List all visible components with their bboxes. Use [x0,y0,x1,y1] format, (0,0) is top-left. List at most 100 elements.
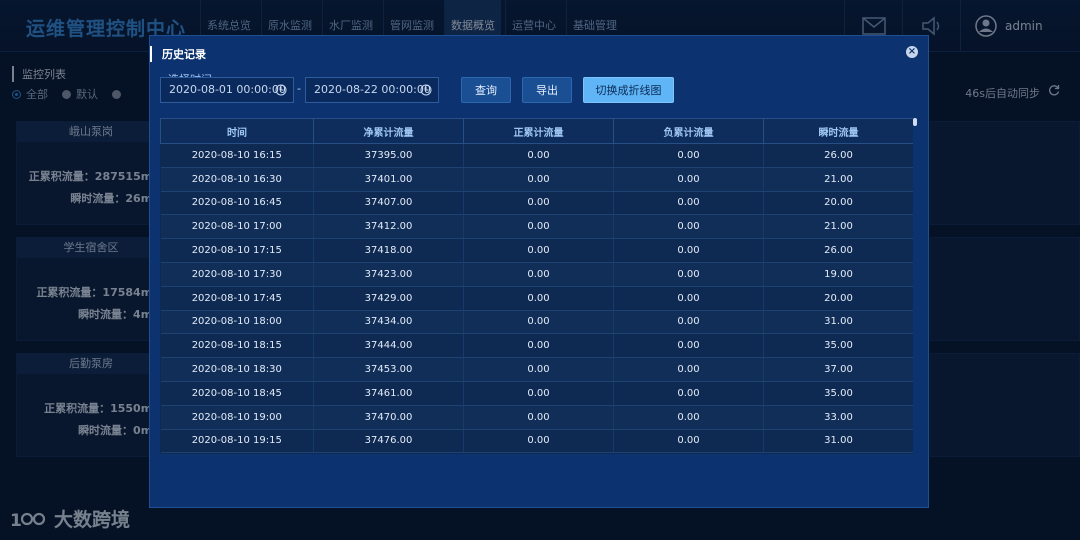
column-header[interactable]: 瞬时流量 [763,118,913,144]
column-header[interactable]: 正累计流量 [463,118,614,144]
table-cell: 2020-08-10 19:00 [160,405,314,430]
table-cell: 37434.00 [313,310,464,335]
table-cell: 2020-08-10 18:45 [160,381,314,406]
table-row[interactable]: 2020-08-10 16:30 37401.00 0.00 0.00 21.00 [160,167,913,192]
table-cell: 0.00 [613,357,764,382]
table-scrollbar[interactable] [912,118,918,454]
table-cell: 37429.00 [313,286,464,311]
table-cell: 0.00 [613,191,764,216]
table-cell: 0.00 [613,333,764,359]
table-cell: 26.00 [763,238,913,263]
table-cell: 0.00 [613,310,764,335]
table-row[interactable]: 2020-08-10 18:45 37461.00 0.00 0.00 35.00 [160,381,913,406]
table-cell: 0.00 [463,262,614,287]
table-row[interactable]: 2020-08-10 17:30 37423.00 0.00 0.00 19.00 [160,262,913,287]
table-row[interactable]: 2020-08-10 17:45 37429.00 0.00 0.00 20.00 [160,286,913,311]
table-cell: 0.00 [463,333,614,359]
table-cell: 2020-08-10 17:00 [160,214,314,240]
scrollbar-thumb[interactable] [913,118,917,126]
table-cell: 0.00 [463,214,614,240]
clock-icon [420,84,432,96]
table-cell: 2020-08-10 16:30 [160,167,314,192]
table-cell: 0.00 [613,238,764,263]
table-row[interactable]: 2020-08-10 17:15 37418.00 0.00 0.00 26.00 [160,238,913,263]
table-cell: 21.00 [763,214,913,240]
table-cell: 35.00 [763,381,913,406]
table-cell: 0.00 [613,405,764,430]
column-header[interactable]: 净累计流量 [313,118,464,144]
table-cell: 26.00 [763,143,913,168]
table-cell: 37418.00 [313,238,464,263]
table-cell: 2020-08-10 17:45 [160,286,314,311]
table-cell: 0.00 [613,214,764,240]
table-row[interactable]: 2020-08-10 16:15 37395.00 0.00 0.00 26.00 [160,143,913,168]
table-cell: 37461.00 [313,381,464,406]
table-cell: 2020-08-10 17:15 [160,238,314,263]
table-cell: 2020-08-10 17:30 [160,262,314,287]
table-cell: 0.00 [463,405,614,430]
table-row[interactable]: 2020-08-10 19:00 37470.00 0.00 0.00 33.00 [160,405,913,430]
table-cell: 37.00 [763,357,913,382]
column-header[interactable]: 负累计流量 [613,118,764,144]
table-cell: 37470.00 [313,405,464,430]
table-cell: 37453.00 [313,357,464,382]
table-cell: 2020-08-10 18:00 [160,310,314,335]
table-cell: 37476.00 [313,429,464,454]
close-button[interactable]: × [906,46,918,58]
table-row[interactable]: 2020-08-10 17:00 37412.00 0.00 0.00 21.00 [160,214,913,240]
close-icon: × [907,46,917,57]
column-header[interactable]: 时间 [160,118,314,144]
history-modal: 历史记录 × 选择时间 2020-08-01 00:00:00 - 2020-0… [149,35,929,508]
table-row[interactable]: 2020-08-10 18:30 37453.00 0.00 0.00 37.00 [160,357,913,382]
history-table: 时间 净累计流量 正累计流量 负累计流量 瞬时流量 2020-08-10 16:… [160,118,913,454]
table-cell: 20.00 [763,191,913,216]
table-cell: 37401.00 [313,167,464,192]
table-cell: 2020-08-10 18:15 [160,333,314,359]
table-cell: 0.00 [463,310,614,335]
table-row[interactable]: 2020-08-10 18:00 37434.00 0.00 0.00 31.00 [160,310,913,335]
table-cell: 0.00 [463,143,614,168]
end-date-value: 2020-08-22 00:00:00 [314,83,431,96]
range-separator: - [297,82,301,95]
table-cell: 21.00 [763,167,913,192]
table-cell: 0.00 [613,262,764,287]
start-date-value: 2020-08-01 00:00:00 [169,83,286,96]
table-cell: 0.00 [463,191,614,216]
table-row[interactable]: 2020-08-10 18:15 37444.00 0.00 0.00 35.00 [160,333,913,359]
table-cell: 20.00 [763,286,913,311]
table-row[interactable]: 2020-08-10 16:45 37407.00 0.00 0.00 20.00 [160,191,913,216]
table-cell: 0.00 [613,143,764,168]
start-date-input[interactable]: 2020-08-01 00:00:00 [160,77,294,103]
table-cell: 0.00 [463,381,614,406]
table-cell: 2020-08-10 18:30 [160,357,314,382]
table-cell: 37395.00 [313,143,464,168]
table-cell: 2020-08-10 16:45 [160,191,314,216]
table-cell: 31.00 [763,429,913,454]
table-cell: 0.00 [613,167,764,192]
export-button[interactable]: 导出 [522,77,572,103]
table-row[interactable]: 2020-08-10 19:15 37476.00 0.00 0.00 31.00 [160,429,913,454]
table-cell: 37444.00 [313,333,464,359]
table-body: 2020-08-10 16:15 37395.00 0.00 0.00 26.00 202… [160,143,913,454]
table-cell: 37412.00 [313,214,464,240]
clock-icon [275,84,287,96]
table-cell: 19.00 [763,262,913,287]
table-cell: 0.00 [463,286,614,311]
table-cell: 0.00 [463,357,614,382]
table-cell: 35.00 [763,333,913,359]
table-cell: 2020-08-10 16:15 [160,143,314,168]
table-cell: 0.00 [463,238,614,263]
table-cell: 33.00 [763,405,913,430]
modal-title: 历史记录 [150,46,206,62]
end-date-input[interactable]: 2020-08-22 00:00:00 [305,77,439,103]
query-button[interactable]: 查询 [461,77,511,103]
table-cell: 2020-08-10 19:15 [160,429,314,454]
table-cell: 0.00 [463,167,614,192]
table-cell: 0.00 [463,429,614,454]
table-cell: 0.00 [613,286,764,311]
table-cell: 37407.00 [313,191,464,216]
switch-to-line-chart-button[interactable]: 切换成折线图 [583,77,674,103]
table-header-row: 时间 净累计流量 正累计流量 负累计流量 瞬时流量 [160,118,913,144]
table-cell: 0.00 [613,381,764,406]
table-cell: 0.00 [613,429,764,454]
